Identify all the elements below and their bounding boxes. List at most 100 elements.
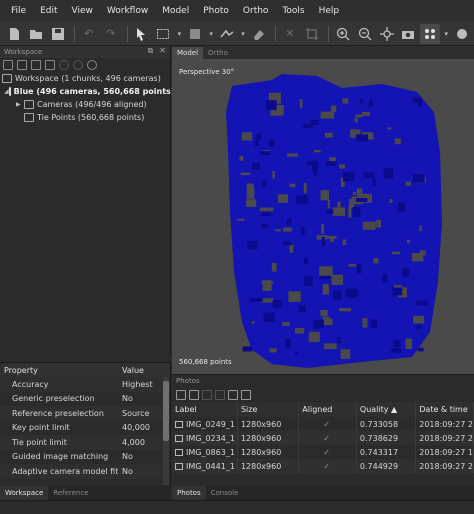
chunk-label: Blue (496 cameras, 560,668 points) [R] [13,87,191,96]
workspace-toolbar [0,58,170,72]
table-row[interactable]: IMG_0234_1 1280x960 ✓ 0.738629 2018:09:2… [172,431,474,445]
delete-selection-icon[interactable]: ✕ [280,24,300,44]
aligned-check-icon: ✓ [298,445,357,459]
menu-bar: File Edit View Workflow Model Photo Orth… [0,0,474,22]
undo-icon[interactable]: ↶ [79,24,99,44]
tab-reference[interactable]: Reference [48,486,93,500]
tree-row-cameras[interactable]: ▶ Cameras (496/496 aligned) [0,98,170,111]
properties-scrollbar[interactable] [163,377,169,485]
photo-label: IMG_0249_1 [186,419,235,429]
tree-row-tie-points[interactable]: Tie Points (560,668 points) [0,111,170,124]
add-photos-icon[interactable] [176,390,186,400]
close-icon[interactable]: ✕ [159,46,166,56]
add-chunk-icon[interactable] [3,60,13,70]
aligned-check-icon: ✓ [298,459,357,473]
capture-view-icon[interactable] [398,24,418,44]
photo-thumbnail-icon [175,448,183,456]
enable-icon[interactable] [59,60,69,70]
tab-workspace[interactable]: Workspace [0,486,49,500]
reset-filter-icon[interactable] [228,390,238,400]
dropdown-arrow-icon[interactable]: ▾ [239,24,247,44]
show-cameras-icon[interactable] [420,23,441,44]
property-row[interactable]: Key point limit 40,000 [0,421,170,436]
menu-workflow[interactable]: Workflow [100,6,155,16]
save-icon[interactable] [48,24,68,44]
rotate-left-icon[interactable] [202,390,212,400]
main-toolbar: ↶ ↷ ▾ ▾ ▾ ✕ ▾ [0,22,474,46]
property-row[interactable]: Accuracy Highest [0,377,170,392]
column-label[interactable]: Label [172,402,238,417]
remove-photos-icon[interactable] [189,390,199,400]
aligned-check-icon: ✓ [298,417,357,431]
add-photos-icon[interactable] [17,60,27,70]
undock-icon[interactable]: ⧉ [148,46,154,56]
scrollbar-thumb[interactable] [163,381,169,441]
ruler-icon[interactable] [217,24,237,44]
dropdown-arrow-icon[interactable]: ▾ [207,24,215,44]
disable-icon[interactable] [73,60,83,70]
collapse-arrow-icon[interactable]: ▶ [16,101,24,108]
settings-icon[interactable] [87,60,97,70]
tab-photos[interactable]: Photos [172,486,206,500]
table-row[interactable]: IMG_0863_1 1280x960 ✓ 0.743317 2018:09:2… [172,445,474,459]
view-mode-icon[interactable] [241,390,251,400]
property-row[interactable]: Generic preselection No [0,392,170,407]
photo-quality: 0.743317 [356,445,417,459]
column-size[interactable]: Size [237,402,300,417]
property-row[interactable]: Guided image matching No [0,450,170,465]
property-row[interactable]: Adaptive camera model fitting No [0,464,170,479]
properties-pane: Property Value Accuracy Highest Generic p… [0,362,171,486]
property-name: Key point limit [12,423,70,433]
menu-help[interactable]: Help [312,6,347,16]
menu-tools[interactable]: Tools [275,6,311,16]
workspace-icon [2,74,12,83]
model-tabs: Model Ortho [172,46,474,59]
menu-view[interactable]: View [65,6,100,16]
rotate-right-icon[interactable] [215,390,225,400]
tab-model[interactable]: Model [172,47,204,59]
property-name: Adaptive camera model fitting [12,466,118,476]
property-row[interactable]: Tie point limit 4,000 [0,435,170,450]
shading-mode-icon[interactable] [452,24,472,44]
property-value: No [122,394,133,404]
rectangle-selection-icon[interactable] [153,24,173,44]
redo-icon[interactable]: ↷ [101,24,121,44]
remove-items-icon[interactable] [45,60,55,70]
expand-arrow-icon[interactable]: ◢ [4,88,9,95]
menu-ortho[interactable]: Ortho [236,6,276,16]
model-view[interactable]: Model Ortho Perspective 30° 560,668 poin… [172,46,474,374]
tree-row-workspace[interactable]: Workspace (1 chunks, 496 cameras) [0,72,170,85]
dropdown-arrow-icon[interactable]: ▾ [175,24,183,44]
photos-pane-title: Photos [176,377,200,385]
column-aligned[interactable]: Aligned [298,402,357,417]
dropdown-arrow-icon[interactable]: ▾ [442,24,450,44]
eraser-icon[interactable] [249,24,269,44]
column-quality-label: Quality [359,405,389,414]
photos-pane: Photos Label Size Aligned Quality ▲ Date… [172,374,474,486]
table-row[interactable]: IMG_0441_1 1280x960 ✓ 0.744929 2018:09:2… [172,459,474,473]
open-folder-icon[interactable] [26,24,46,44]
crop-selection-icon[interactable] [302,24,322,44]
column-quality[interactable]: Quality ▲ [356,402,417,417]
photo-date: 2018:09:27 2 [415,417,474,431]
column-date-time[interactable]: Date & time [415,402,474,417]
photo-thumbnail-icon [175,420,183,428]
property-row[interactable]: Reference preselection Source [0,406,170,421]
tab-console[interactable]: Console [206,486,244,500]
table-row[interactable]: IMG_0249_1 1280x960 ✓ 0.733058 2018:09:2… [172,417,474,431]
menu-edit[interactable]: Edit [33,6,64,16]
menu-file[interactable]: File [4,6,33,16]
reset-view-icon[interactable] [377,24,397,44]
tab-ortho[interactable]: Ortho [203,47,233,59]
zoom-in-icon[interactable] [333,24,353,44]
property-value: 4,000 [122,437,145,447]
new-file-icon[interactable] [4,24,24,44]
zoom-out-icon[interactable] [355,24,375,44]
resize-region-icon[interactable] [185,24,205,44]
point-cloud[interactable] [212,72,447,372]
add-folder-icon[interactable] [31,60,41,70]
navigation-cursor-icon[interactable] [132,24,152,44]
menu-model[interactable]: Model [155,6,196,16]
menu-photo[interactable]: Photo [196,6,236,16]
tree-row-chunk[interactable]: ◢ Blue (496 cameras, 560,668 points) [R] [0,85,191,98]
